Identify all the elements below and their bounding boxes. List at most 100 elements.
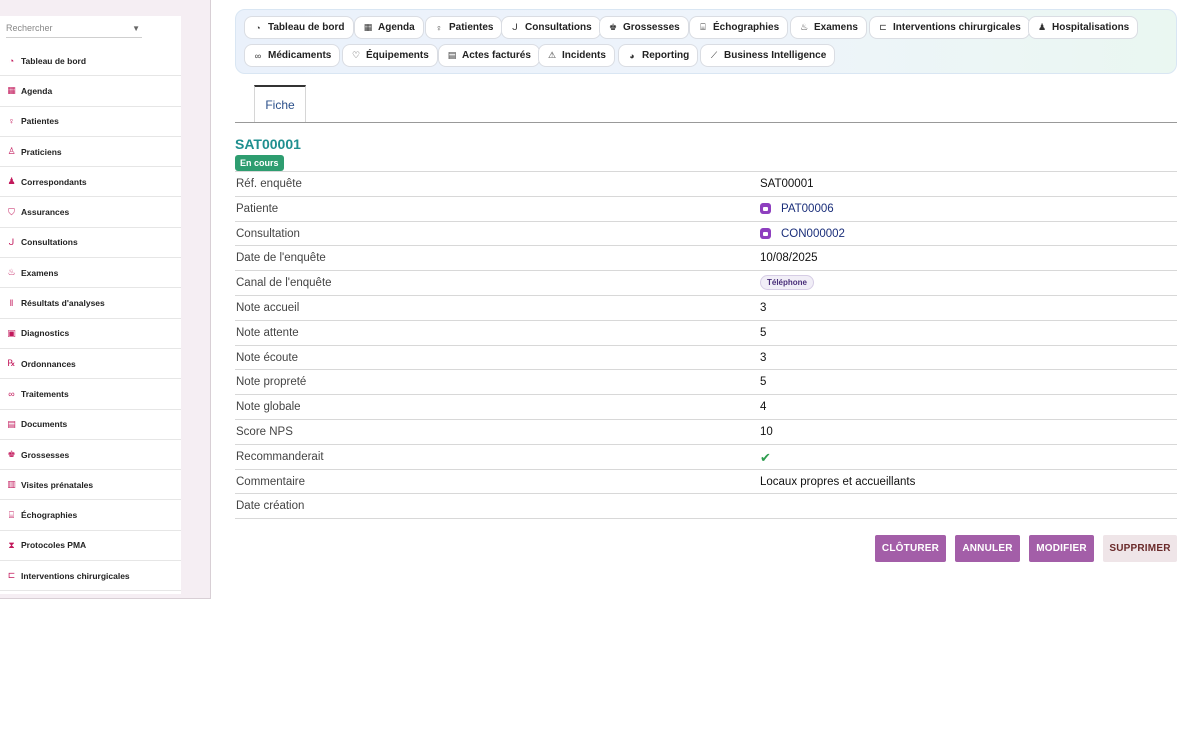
field-value: Téléphone (760, 275, 815, 292)
user-icon: ♟ (7, 176, 16, 187)
pills-icon: ∞ (254, 50, 262, 61)
patient-link[interactable]: PAT00006 (760, 203, 834, 215)
check-icon: ✔ (760, 449, 771, 465)
module-label: Incidents (562, 50, 606, 61)
module-label: Agenda (378, 22, 415, 33)
module-tableau-de-bord[interactable]: ◔ Tableau de bord (244, 16, 354, 39)
sidebar-item-label: Agenda (21, 85, 53, 96)
module-patientes[interactable]: ♀ Patientes (425, 16, 503, 39)
ultrasound-icon: ⌸ (700, 22, 706, 32)
module-medicaments[interactable]: ∞ Médicaments (244, 44, 341, 67)
field-value: 3 (760, 302, 766, 314)
sidebar-item-correspondants[interactable]: ♟ Correspondants (0, 167, 181, 198)
sidebar-item-label: Ordonnances (21, 358, 76, 369)
baby-icon: ♚ (7, 449, 16, 459)
table-row: Réf. enquête SAT00001 (235, 172, 1177, 197)
field-value-text: 3 (760, 351, 767, 364)
search-select[interactable]: Rechercher ▼ (6, 19, 142, 38)
clipboard-icon: ▥ (7, 479, 16, 490)
module-examens[interactable]: ♨ Examens (790, 16, 867, 39)
file-medical-icon: ▣ (7, 327, 16, 338)
module-label: Échographies (713, 22, 780, 33)
field-value-text: 5 (760, 376, 767, 389)
module-reporting[interactable]: ◕ Reporting (618, 44, 699, 67)
sidebar-item-ordonnances[interactable]: ℞ Ordonnances (0, 349, 181, 380)
edit-button[interactable]: MODIFIER (1029, 535, 1094, 562)
sidebar-item-diagnostics[interactable]: ▣ Diagnostics (0, 319, 181, 349)
shield-icon: ⛉ (8, 206, 15, 217)
sidebar-item-patientes[interactable]: ♀ Patientes (0, 107, 181, 137)
patient-link-text[interactable]: PAT00006 (781, 203, 834, 215)
sidebar-item-visites-prenatales[interactable]: ▥ Visites prénatales (0, 470, 181, 501)
module-label: Examens (814, 22, 858, 33)
sidebar-item-echographies[interactable]: ⌸ Échographies (0, 500, 181, 531)
module-label: Médicaments (268, 50, 332, 61)
sidebar-item-label: Échographies (21, 510, 78, 521)
dna-icon: ⧗ (8, 539, 15, 550)
field-label: Patiente (236, 202, 279, 215)
vials-icon: ‖ (9, 298, 14, 309)
field-label: Note globale (236, 401, 301, 414)
sidebar-item-documents[interactable]: ▤ Documents (0, 410, 181, 440)
sidebar-item-agenda[interactable]: ▦ Agenda (0, 76, 181, 107)
sidebar-item-examens[interactable]: ♨ Examens (0, 258, 181, 289)
sidebar: Rechercher ▼ ◔ Tableau de bord ▦ Agenda ♀ P… (0, 0, 211, 599)
warning-icon: ⚠ (547, 50, 557, 60)
tab-fiche[interactable]: Fiche (254, 85, 306, 123)
female-icon: ♀ (435, 22, 443, 33)
sidebar-item-grossesses[interactable]: ♚ Grossesses (0, 440, 181, 471)
sidebar-item-label: Assurances (21, 207, 70, 218)
delete-button[interactable]: SUPPRIMER (1103, 535, 1177, 562)
field-value-text: 4 (760, 401, 767, 414)
module-echographies[interactable]: ⌸ Échographies (689, 16, 789, 39)
module-nav: ◔ Tableau de bord ▦ Agenda ♀ Patientes ᒍ Con… (235, 9, 1177, 74)
sidebar-item-label: Résultats d'analyses (21, 298, 105, 309)
table-row: Note attente 5 (235, 321, 1177, 346)
cancel-button[interactable]: ANNULER (955, 535, 1020, 562)
table-row: Score NPS 10 (235, 420, 1177, 445)
sidebar-item-label: Praticiens (21, 146, 62, 157)
field-value: 5 (760, 376, 766, 388)
document-icon: ▤ (7, 418, 16, 429)
field-value-text: 10/08/2025 (760, 252, 818, 265)
sidebar-item-praticiens[interactable]: ♙ Praticiens (0, 137, 181, 168)
module-interventions-chirurgicales[interactable]: ⊏ Interventions chirurgicales (869, 16, 1030, 39)
table-row: Date création (235, 494, 1177, 520)
line-chart-icon: ⟋ (710, 50, 718, 60)
module-incidents[interactable]: ⚠ Incidents (538, 44, 615, 67)
ultrasound-icon: ⌸ (8, 509, 15, 520)
table-row: Note accueil 3 (235, 296, 1177, 321)
sidebar-item-interventions-chirurgicales[interactable]: ⊏ Interventions chirurgicales (0, 561, 181, 592)
field-value-text: Locaux propres et accueillants (760, 475, 916, 488)
sidebar-item-resultats-analyses[interactable]: ‖ Résultats d'analyses (0, 288, 181, 319)
consultation-link[interactable]: CON000002 (760, 228, 845, 240)
module-actes-factures[interactable]: ▤ Actes facturés (438, 44, 540, 67)
field-value-text: 5 (760, 326, 767, 339)
module-equipements[interactable]: ♡ Équipements (342, 44, 438, 67)
table-row: Patiente PAT00006 (235, 197, 1177, 222)
module-hospitalisations[interactable]: ♟ Hospitalisations (1028, 16, 1139, 39)
consultation-link-text[interactable]: CON000002 (781, 228, 845, 240)
sidebar-item-consultations[interactable]: ᒍ Consultations (0, 228, 181, 259)
sidebar-item-protocoles-pma[interactable]: ⧗ Protocoles PMA (0, 531, 181, 562)
module-business-intelligence[interactable]: ⟋ Business Intelligence (700, 44, 836, 67)
sidebar-item-traitements[interactable]: ∞ Traitements (0, 379, 181, 410)
consultation-badge-icon (760, 228, 771, 240)
sidebar-item-label: Examens (21, 267, 59, 278)
tab-divider (235, 122, 1177, 123)
table-row: Date de l'enquête 10/08/2025 (235, 246, 1177, 272)
field-value-text: 3 (760, 301, 767, 314)
field-value: 3 (760, 352, 766, 364)
module-grossesses[interactable]: ♚ Grossesses (599, 16, 689, 39)
sidebar-panel: Rechercher ▼ ◔ Tableau de bord ▦ Agenda ♀ P… (0, 16, 181, 594)
bed-icon: ⊏ (7, 570, 16, 581)
close-button[interactable]: CLÔTURER (875, 535, 946, 562)
module-consultations[interactable]: ᒍ Consultations (501, 16, 601, 39)
sidebar-item-assurances[interactable]: ⛉ Assurances (0, 197, 181, 228)
field-value: 10 (760, 426, 773, 438)
field-label: Note attente (236, 326, 299, 339)
module-agenda[interactable]: ▦ Agenda (354, 16, 424, 39)
stethoscope-icon: ᒍ (8, 236, 15, 247)
sidebar-item-tableau-de-bord[interactable]: ◔ Tableau de bord (0, 46, 181, 77)
sidebar-item-label: Tableau de bord (21, 55, 87, 66)
